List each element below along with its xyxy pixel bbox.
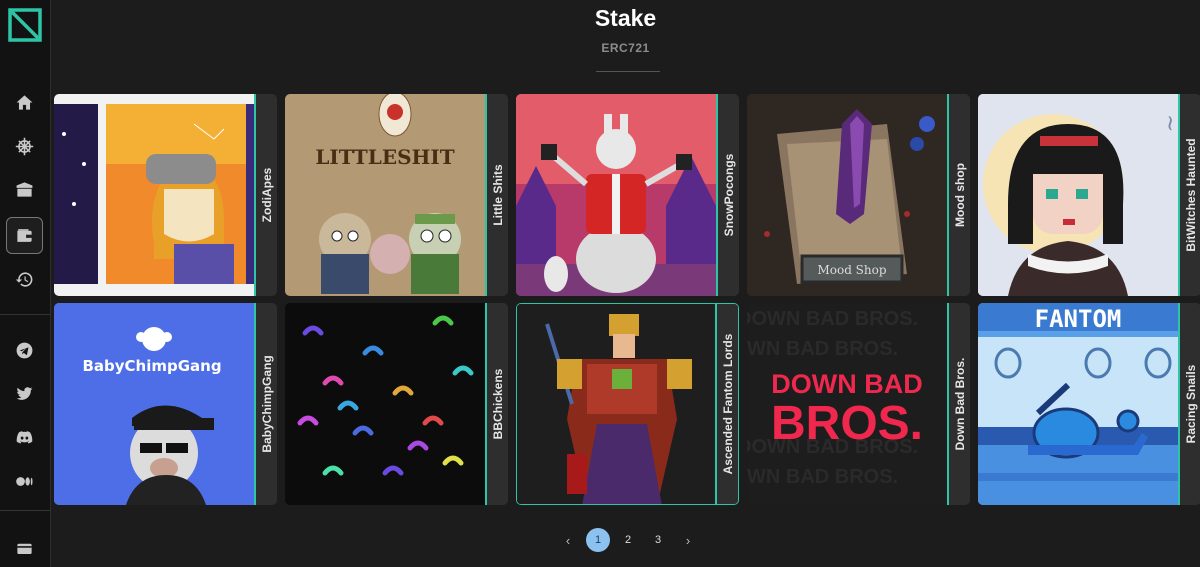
- next-page-button[interactable]: ›: [676, 528, 700, 552]
- ship-wheel-icon: [15, 137, 34, 156]
- pagination: ‹ 1 2 3 ›: [556, 528, 706, 552]
- nav-medium[interactable]: [6, 463, 43, 500]
- wallet-icon: [17, 229, 33, 242]
- wallet-icon: [17, 543, 32, 555]
- collection-name-rail: Ascended Fantom Lords: [715, 304, 738, 504]
- collection-name-rail: Little Shits: [485, 94, 508, 296]
- collection-name-rail: BBChickens: [485, 303, 508, 505]
- page-button-1[interactable]: 1: [586, 528, 610, 552]
- svg-text:BROS.: BROS.: [771, 397, 923, 450]
- nav-telegram[interactable]: [6, 332, 43, 369]
- collection-name-rail: BitWitches Haunted: [1178, 94, 1200, 296]
- box-icon: [16, 182, 33, 197]
- twitter-icon: [16, 387, 33, 400]
- discord-icon: [16, 431, 33, 444]
- nav-ship-wheel[interactable]: [6, 128, 43, 165]
- nav-twitter[interactable]: [6, 375, 43, 412]
- collection-card-ascended-fantom-lords[interactable]: Ascended Fantom Lords: [516, 303, 739, 505]
- art-logo-text: FANTOM: [1035, 305, 1122, 333]
- nav-discord[interactable]: [6, 419, 43, 456]
- collection-name: Little Shits: [490, 164, 505, 226]
- collection-name-rail: ZodiApes: [254, 94, 277, 296]
- collection-image: DOWN BAD BROS. DOWN BAD BROS. DOWN BAD B…: [747, 303, 947, 505]
- collection-name-rail: Mood shop: [947, 94, 970, 296]
- collection-name-rail: BabyChimpGang: [254, 303, 277, 505]
- collection-name-rail: Down Bad Bros.: [947, 303, 970, 505]
- collection-name: Racing Snails: [1183, 364, 1198, 444]
- collection-image: ~: [978, 94, 1178, 296]
- collection-name: SnowPocongs: [721, 153, 736, 237]
- collection-card-down-bad-bros[interactable]: DOWN BAD BROS. DOWN BAD BROS. DOWN BAD B…: [747, 303, 970, 505]
- collection-card-babychimpgang[interactable]: BabyChimpGang BabyChimpGang: [54, 303, 277, 505]
- collection-image: LITTLESHIT: [285, 94, 485, 296]
- art-logo-text: LITTLESHIT: [315, 145, 454, 169]
- sidebar-divider: [0, 314, 51, 315]
- collection-image: FANTOM: [978, 303, 1178, 505]
- collection-card-zodiapes[interactable]: ZodiApes: [54, 94, 277, 296]
- page-title: Stake: [594, 5, 657, 31]
- collection-card-snowpocongs[interactable]: SnowPocongs: [516, 94, 739, 296]
- sidebar: [0, 0, 51, 567]
- art-logo-text: BabyChimpGang: [82, 357, 221, 375]
- collection-name: BBChickens: [490, 368, 505, 440]
- svg-text:DOWN BAD BROS.: DOWN BAD BROS.: [747, 308, 918, 330]
- collection-card-bbchickens[interactable]: BBChickens: [285, 303, 508, 505]
- prev-page-button[interactable]: ‹: [556, 528, 580, 552]
- telegram-icon: [16, 342, 33, 359]
- collection-name: BitWitches Haunted: [1183, 138, 1198, 252]
- collection-image: Mood Shop: [747, 94, 947, 296]
- art-sign-text: Mood Shop: [817, 263, 886, 277]
- history-icon: [15, 272, 33, 287]
- medium-icon: [16, 477, 33, 486]
- collection-name: Ascended Fantom Lords: [720, 333, 735, 475]
- svg-text:DOWN BAD: DOWN BAD: [771, 369, 922, 399]
- collection-name: Down Bad Bros.: [952, 357, 967, 451]
- svg-text:DOWN BAD BROS.: DOWN BAD BROS.: [747, 338, 898, 360]
- collection-name: ZodiApes: [259, 167, 274, 223]
- page-subtitle: ERC721: [601, 41, 650, 55]
- collection-card-racing-snails[interactable]: FANTOM Racing Snails: [978, 303, 1200, 505]
- collection-image: [517, 304, 717, 504]
- sidebar-divider: [0, 510, 51, 511]
- collection-image: [285, 303, 485, 505]
- collection-card-mood-shop[interactable]: Mood Shop Mood shop: [747, 94, 970, 296]
- nav-bottom-wallet[interactable]: [6, 530, 43, 567]
- collection-name: BabyChimpGang: [259, 355, 274, 453]
- collection-image: [516, 94, 716, 296]
- title-underline: [596, 71, 660, 72]
- svg-text:DOWN BAD BROS.: DOWN BAD BROS.: [747, 466, 898, 488]
- collection-image: [54, 94, 254, 296]
- page-button-2[interactable]: 2: [616, 528, 640, 552]
- collection-card-little-shits[interactable]: LITTLESHIT Little Shits: [285, 94, 508, 296]
- collection-image: BabyChimpGang: [54, 303, 254, 505]
- collection-name-rail: Racing Snails: [1178, 303, 1200, 505]
- svg-text:~: ~: [1157, 114, 1178, 132]
- collection-name: Mood shop: [952, 163, 967, 227]
- nav-home[interactable]: [6, 84, 43, 121]
- nav-box[interactable]: [6, 171, 43, 208]
- page-button-3[interactable]: 3: [646, 528, 670, 552]
- home-icon: [16, 95, 33, 110]
- collection-name-rail: SnowPocongs: [716, 94, 739, 296]
- nftkey-logo-icon[interactable]: [8, 8, 42, 42]
- nav-wallet[interactable]: [6, 217, 43, 254]
- collection-card-bitwitches-haunted[interactable]: ~ BitWitches Haunted: [978, 94, 1200, 296]
- nav-history[interactable]: [6, 261, 43, 298]
